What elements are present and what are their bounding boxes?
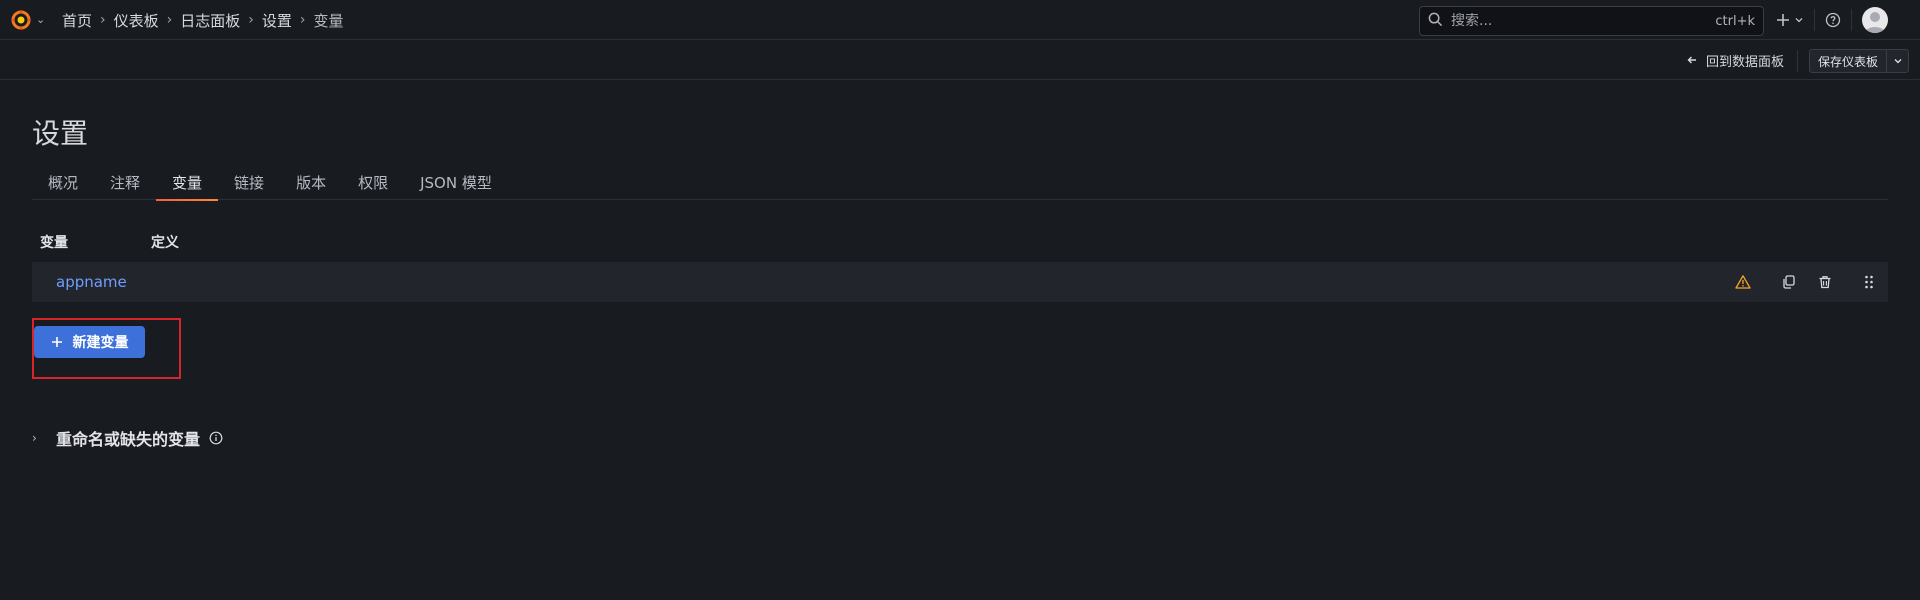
chevron-down-icon[interactable]: ⌄ [36,13,45,26]
warning-icon[interactable] [1735,274,1751,290]
new-variable-button[interactable]: 新建变量 [34,326,145,358]
chevron-down-icon [1795,18,1803,23]
breadcrumb-dashboards[interactable]: 仪表板 [114,10,159,31]
chevron-right-icon: › [32,431,37,445]
variable-name-link[interactable]: appname [56,262,127,302]
breadcrumb-current: 变量 [313,11,344,30]
info-icon[interactable] [209,431,223,445]
help-button[interactable] [1825,12,1841,28]
tab-json-model[interactable]: JSON 模型 [404,164,508,200]
search-input[interactable] [1451,13,1708,29]
plus-icon [51,337,62,347]
tab-overview[interactable]: 概况 [32,164,94,200]
search-box[interactable]: ctrl+k [1419,6,1764,36]
dashboard-toolbar: 回到数据面板 保存仪表板 [0,40,1920,80]
column-header-variable: 变量 [40,235,68,251]
top-actions [1776,0,1888,40]
drag-handle-icon[interactable] [1861,274,1877,290]
user-avatar[interactable] [1862,7,1888,33]
breadcrumb: 首页 › 仪表板 › 日志面板 › 设置 › 变量 [62,0,344,40]
missing-variables-section-toggle[interactable]: › 重命名或缺失的变量 [32,426,223,450]
chevron-right-icon: › [166,12,173,28]
add-new-button[interactable] [1776,13,1804,27]
tab-annotations[interactable]: 注释 [94,164,156,200]
duplicate-icon[interactable] [1781,274,1797,290]
variables-table-header: 变量 定义 [32,232,1888,252]
chevron-down-icon [1894,59,1901,64]
chevron-right-icon: › [100,12,106,28]
tab-variables[interactable]: 变量 [156,164,219,201]
chevron-right-icon: › [299,12,306,28]
divider [1797,50,1798,72]
breadcrumb-home[interactable]: 首页 [62,10,92,31]
grafana-logo-icon[interactable] [10,9,32,31]
plus-icon [1777,14,1789,26]
table-row: appname [32,262,1888,302]
back-to-dashboard-label: 回到数据面板 [1706,54,1785,70]
help-icon [1825,12,1841,28]
search-icon [1428,12,1443,31]
tab-permissions[interactable]: 权限 [342,164,404,200]
top-nav-bar: ⌄ 首页 › 仪表板 › 日志面板 › 设置 › 变量 ctrl+k [0,0,1920,40]
save-dashboard-button[interactable]: 保存仪表板 [1810,50,1886,72]
chevron-right-icon: › [248,12,254,28]
breadcrumb-dashboard[interactable]: 日志面板 [180,10,240,31]
settings-tabs: 概况 注释 变量 链接 版本 权限 JSON 模型 [32,164,1888,201]
tab-links[interactable]: 链接 [218,164,280,200]
divider [1814,9,1815,31]
page-title: 设置 [32,117,89,150]
missing-variables-label: 重命名或缺失的变量 [56,430,201,449]
tab-versions[interactable]: 版本 [280,164,342,200]
back-to-dashboard-button[interactable]: 回到数据面板 [1686,48,1784,72]
arrow-left-icon [1687,56,1696,64]
save-options-button[interactable] [1886,50,1908,72]
trash-icon[interactable] [1817,274,1833,290]
column-header-definition: 定义 [151,235,179,251]
save-dashboard-group: 保存仪表板 [1809,49,1910,73]
divider [1851,9,1852,31]
new-variable-label: 新建变量 [72,335,129,351]
breadcrumb-settings[interactable]: 设置 [262,10,292,31]
search-shortcut-hint: ctrl+k [1715,13,1755,29]
